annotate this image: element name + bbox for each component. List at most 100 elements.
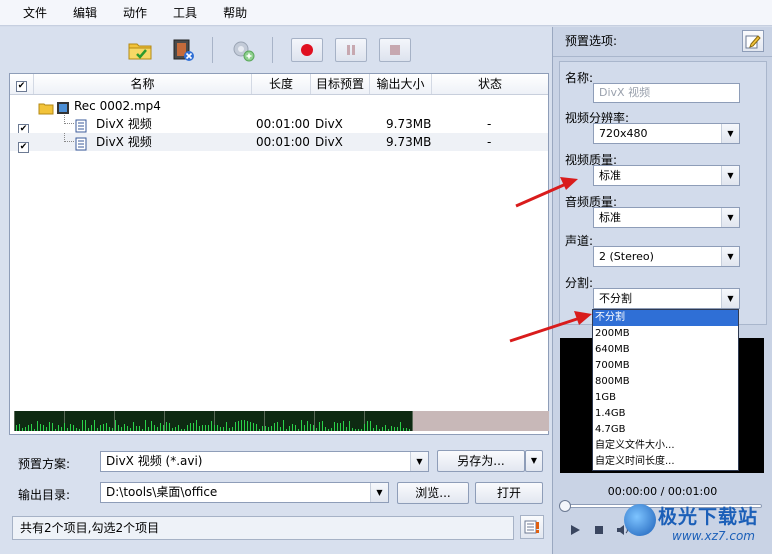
split-dropdown-list: 不分割 200MB 640MB 700MB 800MB 1GB 1.4GB 4.… [592,309,739,471]
waveform-bar [193,423,194,431]
split-option[interactable]: 不分割 [593,310,738,326]
split-option[interactable]: 700MB [593,358,738,374]
split-option[interactable]: 自定义文件大小... [593,438,738,454]
edit-preset-button[interactable] [742,30,764,52]
add-task-button[interactable] [228,36,258,64]
save-as-menu-button[interactable]: ▼ [525,450,543,472]
split-option[interactable]: 1GB [593,390,738,406]
waveform-bar [391,426,392,431]
audio-quality-value: 标准 [599,211,621,224]
waveform-bar [316,428,317,431]
save-as-button[interactable]: 另存为... [437,450,525,472]
file-list: ✔ 名称 长度 目标预置 输出大小 状态 Rec 0002.mp4 ✔ DivX… [9,73,549,435]
menu-help[interactable]: 帮助 [210,0,260,26]
preset-combo[interactable]: DivX 视频 (*.avi) ▼ [100,451,429,472]
log-button[interactable] [520,515,544,539]
waveform-bar [208,425,209,431]
channel-select[interactable]: 2 (Stereo) ▼ [593,246,740,267]
output-dir-combo[interactable]: D:\tools\桌面\office ▼ [100,482,389,503]
row-length: 00:01:00 [256,117,310,131]
play-button[interactable] [567,522,583,538]
col-length[interactable]: 长度 [252,74,311,94]
chevron-down-icon: ▼ [530,456,538,465]
audio-quality-select[interactable]: 标准 ▼ [593,207,740,228]
col-preset[interactable]: 目标预置 [311,74,370,94]
resolution-select[interactable]: 720x480 ▼ [593,123,740,144]
waveform-bar [409,429,410,431]
waveform-bar [16,425,17,431]
waveform-bar [106,423,107,431]
add-folder-button[interactable] [125,36,155,64]
name-input[interactable]: DivX 视频 [593,83,740,103]
col-size[interactable]: 输出大小 [370,74,432,94]
row-checkbox[interactable]: ✔ [18,142,29,153]
video-quality-value: 标准 [599,169,621,182]
waveform-bar [301,420,302,431]
waveform-bar [112,428,113,431]
waveform-bar [370,421,371,431]
waveform-bar [406,428,407,431]
waveform-bar [100,425,101,431]
waveform-bar [277,422,278,431]
seek-handle[interactable] [559,500,571,512]
waveform-bar [379,429,380,431]
split-option[interactable]: 自定义时间长度... [593,454,738,470]
waveform-bar [160,423,161,431]
waveform-bar [130,428,131,431]
waveform-bar [373,428,374,431]
select-all-checkbox[interactable]: ✔ [16,81,27,92]
split-select[interactable]: 不分割 ▼ [593,288,740,309]
waveform-bar [298,429,299,431]
col-name[interactable]: 名称 [34,74,252,94]
split-option[interactable]: 640MB [593,342,738,358]
menu-action[interactable]: 动作 [110,0,160,26]
folder-name: Rec 0002.mp4 [74,99,161,113]
waveform-bar [31,424,32,431]
waveform-bar [28,425,29,431]
waveform-bar [181,429,182,431]
menu-edit[interactable]: 编辑 [60,0,110,26]
browse-button[interactable]: 浏览... [397,482,469,504]
split-option[interactable]: 4.7GB [593,422,738,438]
waveform-bar [133,422,134,431]
folder-row[interactable]: Rec 0002.mp4 [10,97,548,115]
table-row[interactable]: ✔ DivX 视频 00:01:00 DivX 9.73MB - [10,115,548,135]
waveform-bar [307,421,308,431]
waveform-bar [64,423,65,431]
waveform-bar [91,425,92,431]
remove-video-button[interactable] [168,36,198,64]
open-button[interactable]: 打开 [475,482,543,504]
stop-playback-button[interactable] [591,522,607,538]
table-row[interactable]: ✔ DivX 视频 00:01:00 DivX 9.73MB - [10,133,548,153]
menu-file[interactable]: 文件 [10,0,60,26]
split-option[interactable]: 800MB [593,374,738,390]
waveform-bar [289,426,290,431]
waveform-bar [229,428,230,431]
waveform-bar [319,422,320,431]
pause-button[interactable] [335,38,367,62]
waveform-bar [280,427,281,431]
watermark-text: 极光下载站 [658,506,759,528]
waveform-bar [40,424,41,431]
waveform-bar [154,425,155,431]
video-quality-select[interactable]: 标准 ▼ [593,165,740,186]
stop-button[interactable] [379,38,411,62]
row-name: DivX 视频 [96,117,152,131]
channel-label: 声道: [565,234,594,248]
waveform-bar [292,424,293,431]
menu-bar: 文件 编辑 动作 工具 帮助 [0,0,772,26]
split-option[interactable]: 200MB [593,326,738,342]
menu-tools[interactable]: 工具 [160,0,210,26]
col-status[interactable]: 状态 [432,74,548,94]
waveform-bar [250,422,251,431]
waveform-bar [67,428,68,431]
waveform-bar [241,420,242,431]
waveform-bar [175,427,176,431]
record-button[interactable] [291,38,323,62]
log-icon [524,520,539,534]
waveform-bar [202,425,203,431]
waveform-bar [103,424,104,431]
settings-add-icon [233,41,255,62]
split-option[interactable]: 1.4GB [593,406,738,422]
chevron-down-icon: ▼ [721,208,739,227]
